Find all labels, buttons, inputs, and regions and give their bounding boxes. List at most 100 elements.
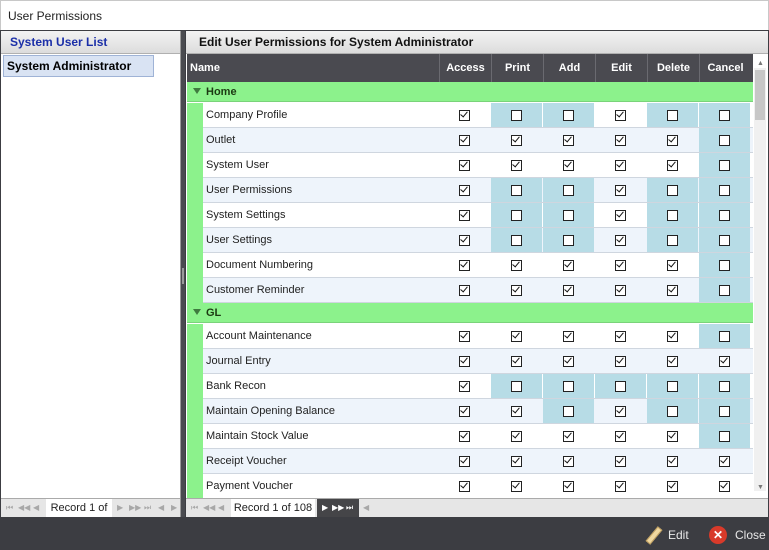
permission-checkbox[interactable]	[719, 159, 730, 171]
column-header-name[interactable]: Name	[187, 54, 440, 82]
permission-checkbox[interactable]	[459, 330, 470, 342]
splitter-grip[interactable]	[182, 268, 184, 284]
permission-checkbox[interactable]	[667, 405, 678, 417]
permission-checkbox[interactable]	[511, 284, 522, 296]
first-page-icon[interactable]: ⏮	[191, 503, 198, 513]
scroll-down-icon[interactable]: ▼	[757, 484, 764, 491]
permission-checkbox[interactable]	[563, 109, 574, 121]
permission-checkbox[interactable]	[719, 284, 730, 296]
permission-checkbox[interactable]	[459, 259, 470, 271]
permission-checkbox[interactable]	[563, 209, 574, 221]
permission-checkbox[interactable]	[459, 159, 470, 171]
permission-checkbox[interactable]	[719, 405, 730, 417]
column-header-access[interactable]: Access	[439, 54, 491, 82]
permission-checkbox[interactable]	[563, 430, 574, 442]
column-header-cancel[interactable]: Cancel	[699, 54, 751, 82]
permission-checkbox[interactable]	[511, 209, 522, 221]
permission-checkbox[interactable]	[615, 455, 626, 467]
prev-fast-icon[interactable]: ◀◀	[18, 503, 30, 512]
permission-checkbox[interactable]	[459, 405, 470, 417]
permission-checkbox[interactable]	[511, 355, 522, 367]
permission-checkbox[interactable]	[615, 159, 626, 171]
permission-checkbox[interactable]	[563, 134, 574, 146]
permission-checkbox[interactable]	[563, 405, 574, 417]
permission-checkbox[interactable]	[459, 455, 470, 467]
permission-checkbox[interactable]	[563, 234, 574, 246]
permission-checkbox[interactable]	[667, 330, 678, 342]
permission-checkbox[interactable]	[719, 134, 730, 146]
scroll-up-icon[interactable]: ▲	[757, 60, 764, 67]
permission-checkbox[interactable]	[615, 209, 626, 221]
permission-checkbox[interactable]	[459, 380, 470, 392]
column-header-edit[interactable]: Edit	[595, 54, 647, 82]
first-page-icon[interactable]: ⏮	[6, 503, 13, 513]
column-header-add[interactable]: Add	[543, 54, 595, 82]
collapse-arrow-icon[interactable]	[193, 309, 201, 315]
permission-checkbox[interactable]	[719, 209, 730, 221]
permission-checkbox[interactable]	[615, 330, 626, 342]
permission-checkbox[interactable]	[719, 234, 730, 246]
permission-checkbox[interactable]	[459, 480, 470, 492]
permission-checkbox[interactable]	[511, 430, 522, 442]
panel-splitter[interactable]	[181, 31, 185, 517]
column-header-print[interactable]: Print	[491, 54, 543, 82]
user-list-item-system-administrator[interactable]: System Administrator	[3, 55, 154, 77]
permission-checkbox[interactable]	[459, 134, 470, 146]
permission-checkbox[interactable]	[615, 380, 626, 392]
permission-checkbox[interactable]	[563, 159, 574, 171]
permission-checkbox[interactable]	[667, 259, 678, 271]
permission-checkbox[interactable]	[719, 380, 730, 392]
permission-checkbox[interactable]	[667, 159, 678, 171]
permission-checkbox[interactable]	[459, 109, 470, 121]
permission-checkbox[interactable]	[511, 380, 522, 392]
next-page-icon[interactable]: ▶	[117, 503, 123, 512]
permission-checkbox[interactable]	[667, 184, 678, 196]
last-page-icon[interactable]: ⏭	[144, 503, 151, 513]
group-row[interactable]: Home	[187, 82, 753, 102]
grid-vertical-scrollbar[interactable]: ▲ ▼	[754, 60, 766, 491]
permission-checkbox[interactable]	[563, 330, 574, 342]
permission-checkbox[interactable]	[615, 184, 626, 196]
permission-checkbox[interactable]	[667, 480, 678, 492]
permission-checkbox[interactable]	[511, 330, 522, 342]
permission-checkbox[interactable]	[719, 430, 730, 442]
scrollbar-thumb[interactable]	[755, 70, 765, 120]
permission-checkbox[interactable]	[511, 234, 522, 246]
permission-checkbox[interactable]	[459, 209, 470, 221]
permission-checkbox[interactable]	[459, 430, 470, 442]
permission-checkbox[interactable]	[563, 259, 574, 271]
permission-checkbox[interactable]	[615, 405, 626, 417]
permission-checkbox[interactable]	[719, 109, 730, 121]
permission-checkbox[interactable]	[511, 455, 522, 467]
permission-checkbox[interactable]	[459, 234, 470, 246]
permission-checkbox[interactable]	[667, 455, 678, 467]
permission-checkbox[interactable]	[667, 284, 678, 296]
permission-checkbox[interactable]	[615, 355, 626, 367]
permission-checkbox[interactable]	[615, 234, 626, 246]
column-header-delete[interactable]: Delete	[647, 54, 699, 82]
permission-checkbox[interactable]	[511, 480, 522, 492]
permission-checkbox[interactable]	[563, 480, 574, 492]
permission-checkbox[interactable]	[459, 284, 470, 296]
permission-checkbox[interactable]	[719, 330, 730, 342]
permission-checkbox[interactable]	[563, 355, 574, 367]
permission-checkbox[interactable]	[667, 209, 678, 221]
next-page-icon[interactable]: ▶	[322, 503, 328, 512]
permission-checkbox[interactable]	[563, 380, 574, 392]
permission-checkbox[interactable]	[511, 259, 522, 271]
permission-checkbox[interactable]	[719, 184, 730, 196]
permission-checkbox[interactable]	[615, 259, 626, 271]
permission-checkbox[interactable]	[511, 159, 522, 171]
permission-checkbox[interactable]	[615, 109, 626, 121]
permission-checkbox[interactable]	[563, 184, 574, 196]
permission-checkbox[interactable]	[719, 480, 730, 492]
prev-fast-icon[interactable]: ◀◀	[203, 503, 215, 512]
permission-checkbox[interactable]	[667, 134, 678, 146]
next-fast-icon[interactable]: ▶▶	[332, 503, 344, 512]
close-button[interactable]: ✕ Close	[709, 524, 766, 546]
permission-checkbox[interactable]	[615, 284, 626, 296]
permission-checkbox[interactable]	[563, 455, 574, 467]
prev-page-icon[interactable]: ◀	[33, 503, 39, 512]
group-row[interactable]: GL	[187, 303, 753, 323]
permission-checkbox[interactable]	[511, 405, 522, 417]
